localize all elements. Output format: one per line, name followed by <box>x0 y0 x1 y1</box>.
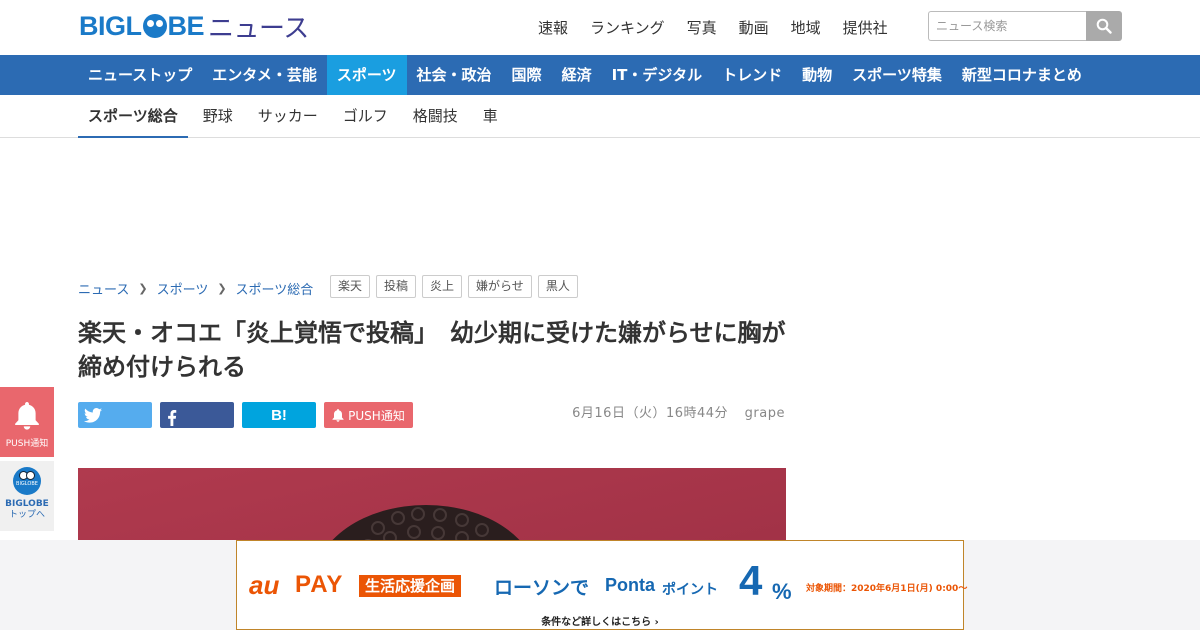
bell-icon <box>15 402 39 430</box>
biglobe-news-logo[interactable]: BIGL BE ニュース <box>79 10 309 44</box>
floating-push-button[interactable]: PUSH通知 <box>0 387 54 457</box>
subnav-item-martial-arts[interactable]: 格闘技 <box>403 95 468 138</box>
subnav-item-sports-general[interactable]: スポーツ総合 <box>78 95 188 138</box>
floating-top-label-1: BIGLOBE <box>5 499 49 509</box>
tag-black-people[interactable]: 黒人 <box>537 275 578 298</box>
nav-item-it-digital[interactable]: IT・デジタル <box>602 55 713 95</box>
search-icon <box>1096 18 1112 34</box>
search-button[interactable] <box>1086 11 1122 41</box>
nav-item-sports-feature[interactable]: スポーツ特集 <box>842 55 952 95</box>
push-notification-label: PUSH通知 <box>348 408 405 423</box>
nav-item-animals[interactable]: 動物 <box>792 55 842 95</box>
logo-text-left: BIGL <box>79 10 142 41</box>
article-tags: 楽天 投稿 炎上 嫌がらせ 黒人 <box>330 275 578 298</box>
ad-period-text: 対象期間：2020年6月1日(月) 0:00〜 <box>806 584 968 594</box>
breadcrumb-news[interactable]: ニュース <box>78 279 129 298</box>
header-link-providers[interactable]: 提供社 <box>843 17 888 38</box>
search-box <box>928 11 1122 41</box>
au-pay-banner-ad[interactable]: au PAY 生活応援企画 ローソンで Ponta ポイント 4 % 対象期間：… <box>236 540 968 630</box>
biglobe-mascot-icon: BIGLOBE <box>13 467 41 495</box>
ad-au-logo: au <box>249 570 280 600</box>
nav-item-economy[interactable]: 経済 <box>552 55 602 95</box>
nav-item-sports[interactable]: スポーツ <box>326 55 407 95</box>
facebook-share-button[interactable] <box>160 402 234 428</box>
ad-campaign-label: 生活応援企画 <box>359 575 462 597</box>
site-header: BIGL BE ニュース 速報 ランキング 写真 動画 地域 提供社 <box>0 0 1200 55</box>
article-title: 楽天・オコエ「炎上覚悟で投稿」 幼少期に受けた嫌がらせに胸が締め付けられる <box>78 319 786 381</box>
hatena-bookmark-button[interactable]: B! <box>242 402 316 428</box>
mascot-ball-text: BIGLOBE <box>16 481 38 487</box>
article-date: 6月16日（火）16時44分 <box>572 406 729 421</box>
header-link-region[interactable]: 地域 <box>791 17 821 38</box>
floating-top-label-2: トップへ <box>8 510 45 520</box>
subnav-item-golf[interactable]: ゴルフ <box>333 95 398 138</box>
header-link-breaking[interactable]: 速報 <box>538 17 568 38</box>
breadcrumb-sports-general[interactable]: スポーツ総合 <box>236 279 314 298</box>
nav-item-entertainment[interactable]: エンタメ・芸能 <box>202 55 327 95</box>
article-source[interactable]: grape <box>745 406 785 421</box>
header-links: 速報 ランキング 写真 動画 地域 提供社 <box>538 17 910 38</box>
tag-rakuten[interactable]: 楽天 <box>330 275 371 298</box>
ad-percent-sign: % <box>772 579 792 604</box>
header-link-photos[interactable]: 写真 <box>687 17 717 38</box>
nav-item-trend[interactable]: トレンド <box>712 55 792 95</box>
ad-point-text: ポイント <box>662 582 718 598</box>
subnav-item-cars[interactable]: 車 <box>473 95 508 138</box>
bell-icon <box>332 408 344 422</box>
logo-text-right: BE <box>167 10 205 41</box>
breadcrumb-sports[interactable]: スポーツ <box>157 279 209 298</box>
twitter-icon <box>84 407 102 423</box>
logo-news-text: ニュース <box>208 13 309 44</box>
nav-item-society[interactable]: 社会・政治 <box>407 55 502 95</box>
floating-biglobe-top-button[interactable]: BIGLOBE BIGLOBE トップへ <box>0 461 54 531</box>
tag-post[interactable]: 投稿 <box>376 275 417 298</box>
subnav-item-soccer[interactable]: サッカー <box>248 95 328 138</box>
main-category-nav: ニューストップ エンタメ・芸能 スポーツ 社会・政治 国際 経済 IT・デジタル… <box>0 55 1200 95</box>
ad-detail-link[interactable]: 条件など詳しくはこちら › <box>237 613 963 628</box>
search-input[interactable] <box>928 11 1086 41</box>
header-link-videos[interactable]: 動画 <box>739 17 769 38</box>
article-meta: 6月16日（火）16時44分 grape <box>572 402 785 421</box>
nav-item-news-top[interactable]: ニューストップ <box>78 55 202 95</box>
sub-category-nav: スポーツ総合 野球 サッカー ゴルフ 格闘技 車 <box>0 95 1200 138</box>
logo-mascot-icon <box>142 14 167 38</box>
subnav-item-baseball[interactable]: 野球 <box>193 95 243 138</box>
ad-ponta-text: Ponta <box>605 575 656 595</box>
header-link-ranking[interactable]: ランキング <box>590 17 665 38</box>
tag-harassment[interactable]: 嫌がらせ <box>468 275 532 298</box>
ad-pay-logo: PAY <box>295 571 344 598</box>
chevron-right-icon: ❯ <box>217 282 227 295</box>
chevron-right-icon: ❯ <box>138 282 148 295</box>
twitter-share-button[interactable] <box>78 402 152 428</box>
tag-flaming[interactable]: 炎上 <box>422 275 463 298</box>
nav-item-corona[interactable]: 新型コロナまとめ <box>952 55 1092 95</box>
floating-push-label: PUSH通知 <box>5 439 49 449</box>
push-notification-button[interactable]: PUSH通知 <box>324 402 413 428</box>
ad-percent-value: 4 <box>739 557 763 604</box>
facebook-icon <box>168 410 177 426</box>
ad-lawson-text: ローソンで <box>494 577 590 599</box>
nav-item-international[interactable]: 国際 <box>502 55 552 95</box>
breadcrumb: ニュース ❯ スポーツ ❯ スポーツ総合 <box>78 279 313 298</box>
